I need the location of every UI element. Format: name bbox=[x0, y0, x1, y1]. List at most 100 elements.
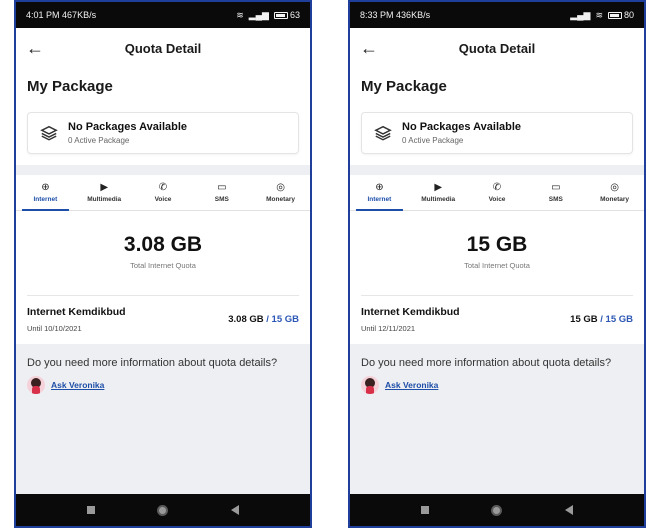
section-title: My Package bbox=[27, 78, 113, 95]
quota-caption: Total Internet Quota bbox=[464, 261, 530, 270]
battery-icon: 80 bbox=[607, 10, 634, 20]
play-icon: ▶ bbox=[434, 181, 443, 193]
package-card[interactable]: No Packages Available 0 Active Package bbox=[27, 112, 299, 154]
tab-sms[interactable]: ▭ SMS bbox=[192, 175, 251, 210]
status-left: 4:01 PM 467KB/s bbox=[26, 10, 96, 20]
quota-value: 15 GB bbox=[466, 233, 528, 256]
tab-label: Internet bbox=[33, 195, 58, 203]
tab-voice[interactable]: ✆ Voice bbox=[134, 175, 193, 210]
status-bar: 4:01 PM 467KB/s ≋ ▂▄▆ 63 bbox=[16, 2, 310, 28]
phone-icon: ✆ bbox=[158, 181, 168, 193]
wifi-icon: ≋ bbox=[595, 9, 603, 20]
tab-label: Monetary bbox=[600, 195, 630, 203]
globe-icon: ⊕ bbox=[41, 181, 50, 193]
tab-sms[interactable]: ▭ SMS bbox=[526, 175, 585, 210]
plan-remaining: 3.08 GB bbox=[228, 313, 264, 325]
layers-icon bbox=[40, 125, 58, 141]
phone-screen-right: 8:33 PM 436KB/s ▂▄▆ ≋ 80 ← Quota Detail … bbox=[348, 0, 646, 528]
tab-monetary[interactable]: ◎ Monetary bbox=[251, 175, 310, 210]
plan-row[interactable]: Internet Kemdikbud Until 10/10/2021 3.08… bbox=[16, 296, 310, 334]
page-title: Quota Detail bbox=[124, 40, 202, 56]
coin-icon: ◎ bbox=[610, 181, 619, 193]
quota-caption: Total Internet Quota bbox=[130, 261, 196, 270]
tab-voice[interactable]: ✆ Voice bbox=[468, 175, 527, 210]
signal-icon: ▂▄▆ bbox=[570, 9, 591, 20]
tab-monetary[interactable]: ◎ Monetary bbox=[585, 175, 644, 210]
recents-icon[interactable] bbox=[87, 506, 96, 514]
app-bar: ← Quota Detail bbox=[16, 28, 310, 68]
network-speed: 436KB/s bbox=[396, 10, 431, 20]
battery-level: 80 bbox=[623, 10, 634, 20]
plan-info: Internet Kemdikbud Until 12/11/2021 bbox=[361, 306, 460, 333]
plan-name: Internet Kemdikbud bbox=[27, 305, 126, 318]
battery-level: 63 bbox=[289, 10, 300, 20]
page-title: Quota Detail bbox=[458, 40, 536, 56]
package-title: No Packages Available bbox=[402, 121, 522, 133]
home-icon[interactable] bbox=[157, 504, 169, 516]
package-texts: No Packages Available 0 Active Package bbox=[68, 121, 187, 145]
plan-info: Internet Kemdikbud Until 10/10/2021 bbox=[27, 306, 126, 333]
home-icon[interactable] bbox=[491, 504, 503, 516]
tab-internet[interactable]: ⊕ Internet bbox=[16, 175, 75, 211]
status-time: 4:01 PM bbox=[26, 10, 60, 20]
recents-icon[interactable] bbox=[421, 506, 430, 514]
ask-veronika-label: Ask Veronika bbox=[385, 380, 439, 390]
android-nav-bar bbox=[16, 494, 310, 526]
help-text: Do you need more information about quota… bbox=[27, 357, 278, 369]
back-arrow-icon[interactable]: ← bbox=[26, 39, 44, 57]
nav-back-icon[interactable] bbox=[230, 505, 239, 515]
quota-summary: 15 GB Total Internet Quota bbox=[350, 211, 644, 283]
help-section: Do you need more information about quota… bbox=[350, 344, 644, 494]
chat-icon: ▭ bbox=[217, 181, 227, 193]
tab-label: Voice bbox=[488, 195, 506, 203]
tab-label: Voice bbox=[154, 195, 172, 203]
plan-name: Internet Kemdikbud bbox=[361, 305, 460, 318]
back-arrow-icon[interactable]: ← bbox=[360, 39, 378, 57]
battery-icon: 63 bbox=[273, 10, 300, 20]
plan-row[interactable]: Internet Kemdikbud Until 12/11/2021 15 G… bbox=[350, 296, 644, 334]
ask-veronika-link[interactable]: Ask Veronika bbox=[27, 376, 299, 394]
plan-usage: 3.08 GB / 15 GB bbox=[228, 314, 299, 325]
tab-multimedia[interactable]: ▶ Multimedia bbox=[409, 175, 468, 210]
phone-screen-left: 4:01 PM 467KB/s ≋ ▂▄▆ 63 ← Quota Detail … bbox=[14, 0, 312, 528]
status-bar: 8:33 PM 436KB/s ▂▄▆ ≋ 80 bbox=[350, 2, 644, 28]
phone-icon: ✆ bbox=[492, 181, 502, 193]
ask-veronika-link[interactable]: Ask Veronika bbox=[361, 376, 633, 394]
status-icons: ▂▄▆ ≋ 80 bbox=[570, 10, 634, 20]
plan-total: / 15 GB bbox=[263, 313, 299, 325]
plan-usage: 15 GB / 15 GB bbox=[570, 314, 633, 325]
plan-expiry: Until 12/11/2021 bbox=[361, 323, 416, 333]
package-subtitle: 0 Active Package bbox=[68, 136, 130, 145]
tab-label: Multimedia bbox=[87, 195, 122, 203]
network-speed: 467KB/s bbox=[62, 10, 97, 20]
plan-total: / 15 GB bbox=[597, 313, 633, 325]
tab-label: SMS bbox=[548, 195, 563, 203]
status-icons: ≋ ▂▄▆ 63 bbox=[236, 10, 300, 20]
nav-back-icon[interactable] bbox=[564, 505, 573, 515]
package-subtitle: 0 Active Package bbox=[402, 136, 464, 145]
section-divider bbox=[350, 165, 644, 175]
quota-value: 3.08 GB bbox=[123, 233, 203, 256]
layers-icon bbox=[374, 125, 392, 141]
package-card[interactable]: No Packages Available 0 Active Package bbox=[361, 112, 633, 154]
tab-internet[interactable]: ⊕ Internet bbox=[350, 175, 409, 211]
veronika-avatar-icon bbox=[361, 376, 379, 394]
wifi-icon: ≋ bbox=[236, 9, 244, 20]
section-title: My Package bbox=[361, 78, 447, 95]
tab-label: Internet bbox=[367, 195, 392, 203]
tab-label: SMS bbox=[214, 195, 229, 203]
ask-veronika-label: Ask Veronika bbox=[51, 380, 105, 390]
tab-multimedia[interactable]: ▶ Multimedia bbox=[75, 175, 134, 210]
plan-expiry: Until 10/10/2021 bbox=[27, 323, 82, 333]
package-title: No Packages Available bbox=[68, 121, 188, 133]
chat-icon: ▭ bbox=[551, 181, 561, 193]
tab-label: Monetary bbox=[266, 195, 296, 203]
quota-tabs: ⊕ Internet ▶ Multimedia ✆ Voice ▭ SMS ◎ … bbox=[350, 175, 644, 211]
quota-tabs: ⊕ Internet ▶ Multimedia ✆ Voice ▭ SMS ◎ … bbox=[16, 175, 310, 211]
coin-icon: ◎ bbox=[276, 181, 285, 193]
quota-summary: 3.08 GB Total Internet Quota bbox=[16, 211, 310, 283]
globe-icon: ⊕ bbox=[375, 181, 384, 193]
status-time: 8:33 PM bbox=[360, 10, 394, 20]
play-icon: ▶ bbox=[100, 181, 109, 193]
section-divider bbox=[16, 165, 310, 175]
